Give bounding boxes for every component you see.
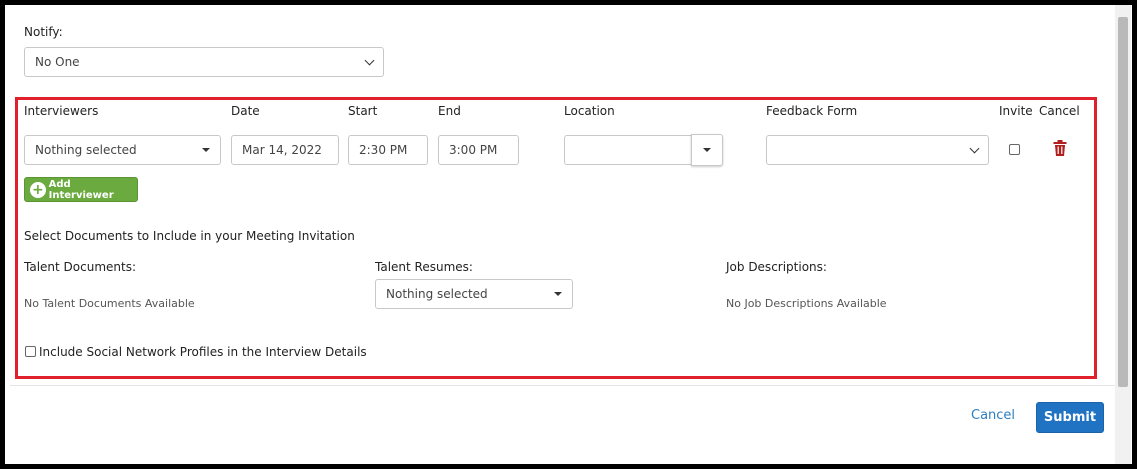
dialog-frame: Notify: No One Interviewers Date Start E… [0,0,1137,469]
social-profiles-checkbox[interactable] [25,346,36,357]
header-date: Date [231,104,260,118]
documents-heading: Select Documents to Include in your Meet… [24,229,355,243]
plus-circle-icon: + [30,181,46,198]
feedback-form-select[interactable] [766,135,989,165]
end-time-input[interactable]: 3:00 PM [438,135,519,165]
header-feedback-form: Feedback Form [766,104,858,118]
caret-down-icon [202,148,210,152]
social-profiles-label: Include Social Network Profiles in the I… [39,345,367,359]
header-location: Location [564,104,615,118]
location-input[interactable] [564,135,692,165]
scrollbar-track[interactable] [1115,5,1131,464]
chevron-down-icon [364,55,375,65]
header-end: End [438,104,461,118]
notify-select[interactable]: No One [24,47,384,77]
start-time-input[interactable]: 2:30 PM [348,135,428,165]
talent-documents-empty: No Talent Documents Available [24,297,195,310]
notify-selected-value: No One [35,55,80,69]
talent-resumes-selected-value: Nothing selected [386,287,488,301]
scrollbar-thumb[interactable] [1118,17,1128,387]
interviewers-selected-value: Nothing selected [35,143,137,157]
caret-down-icon [554,292,562,296]
caret-down-icon [703,148,711,152]
cancel-button[interactable]: Cancel [971,408,1015,423]
notify-label: Notify: [24,25,63,39]
header-cancel: Cancel [1039,104,1080,118]
header-invite: Invite [999,104,1033,118]
header-interviewers: Interviewers [24,104,99,118]
add-interviewer-label: Add Interviewer [48,178,114,201]
add-interviewer-button[interactable]: + Add Interviewer [24,177,138,202]
talent-documents-label: Talent Documents: [24,260,137,274]
invite-checkbox[interactable] [1009,144,1020,155]
interviewers-select[interactable]: Nothing selected [24,135,221,165]
talent-resumes-select[interactable]: Nothing selected [375,279,573,309]
job-descriptions-empty: No Job Descriptions Available [726,297,887,310]
chevron-down-icon [969,143,980,153]
job-descriptions-label: Job Descriptions: [726,260,827,274]
footer-divider [10,385,1115,386]
submit-button[interactable]: Submit [1036,402,1104,433]
trash-icon[interactable] [1053,140,1067,156]
header-start: Start [348,104,378,118]
talent-resumes-label: Talent Resumes: [375,260,473,274]
location-dropdown-button[interactable] [691,134,723,166]
date-input[interactable]: Mar 14, 2022 [231,135,339,165]
